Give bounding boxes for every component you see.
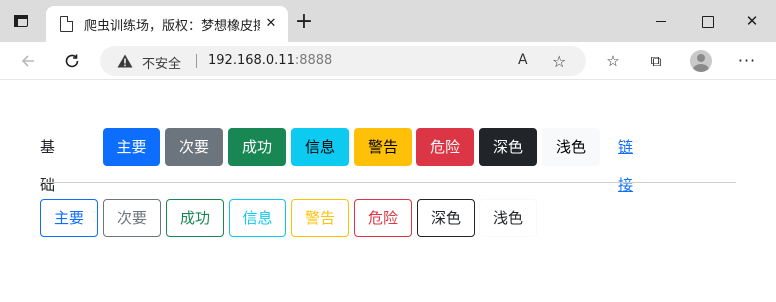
title-bar: 爬虫训练场，版权：梦想橡皮擦 ✕ + ✕ — [0, 0, 776, 42]
outline-secondary-button[interactable]: 次要 — [103, 199, 161, 237]
page-content: 基础 主要 次要 成功 信息 警告 危险 深色 浅色 链接 主要 次要 成功 信… — [0, 81, 776, 302]
tab-title: 爬虫训练场，版权：梦想橡皮擦 — [84, 19, 260, 34]
outline-info-button[interactable]: 信息 — [229, 199, 286, 237]
outline-light-button[interactable]: 浅色 — [479, 199, 537, 237]
new-tab-button[interactable]: + — [293, 11, 315, 34]
read-aloud-icon[interactable]: A — [518, 52, 528, 68]
link-button[interactable]: 链接 — [618, 128, 633, 194]
info-button[interactable]: 信息 — [291, 128, 349, 166]
light-button[interactable]: 浅色 — [542, 128, 600, 166]
url-host: 192.168.0.11 — [208, 53, 295, 68]
security-label[interactable]: 不安全 — [142, 53, 181, 72]
collections-icon[interactable]: ⧉ — [646, 51, 666, 71]
url-text[interactable]: 192.168.0.11:8888 — [208, 53, 332, 68]
document-icon — [60, 15, 74, 32]
favorites-icon[interactable]: ☆ — [603, 51, 623, 71]
dark-button[interactable]: 深色 — [479, 128, 537, 166]
secondary-button[interactable]: 次要 — [165, 128, 223, 166]
back-arrow-icon[interactable] — [16, 49, 40, 73]
danger-button[interactable]: 危险 — [416, 128, 474, 166]
tab-close-icon[interactable]: ✕ — [262, 15, 280, 33]
browser-toolbar: 不安全 192.168.0.11:8888 A ☆ ☆ ⧉ ··· — [0, 42, 776, 80]
tab-actions-icon[interactable] — [12, 12, 32, 32]
outline-success-button[interactable]: 成功 — [166, 199, 224, 237]
url-port: :8888 — [294, 53, 333, 68]
address-bar[interactable]: 不安全 192.168.0.11:8888 A ☆ — [100, 46, 586, 76]
window-close-button[interactable]: ✕ — [742, 11, 762, 31]
maximize-button[interactable] — [697, 11, 717, 31]
warning-icon[interactable] — [117, 54, 133, 68]
browser-tab[interactable]: 爬虫训练场，版权：梦想橡皮擦 ✕ — [46, 6, 288, 42]
address-divider — [196, 54, 197, 68]
minimize-button[interactable] — [651, 11, 671, 31]
primary-button[interactable]: 主要 — [103, 128, 160, 166]
outline-danger-button[interactable]: 危险 — [354, 199, 412, 237]
warning-button[interactable]: 警告 — [354, 128, 412, 166]
outline-dark-button[interactable]: 深色 — [417, 199, 475, 237]
reload-icon[interactable] — [60, 49, 84, 73]
outline-warning-button[interactable]: 警告 — [291, 199, 349, 237]
add-favorite-icon[interactable]: ☆ — [552, 52, 566, 71]
more-icon[interactable]: ··· — [737, 51, 757, 71]
row-label: 基础 — [40, 138, 56, 194]
success-button[interactable]: 成功 — [228, 128, 286, 166]
divider — [40, 182, 736, 183]
outline-primary-button[interactable]: 主要 — [40, 199, 98, 237]
profile-icon[interactable] — [690, 50, 712, 72]
